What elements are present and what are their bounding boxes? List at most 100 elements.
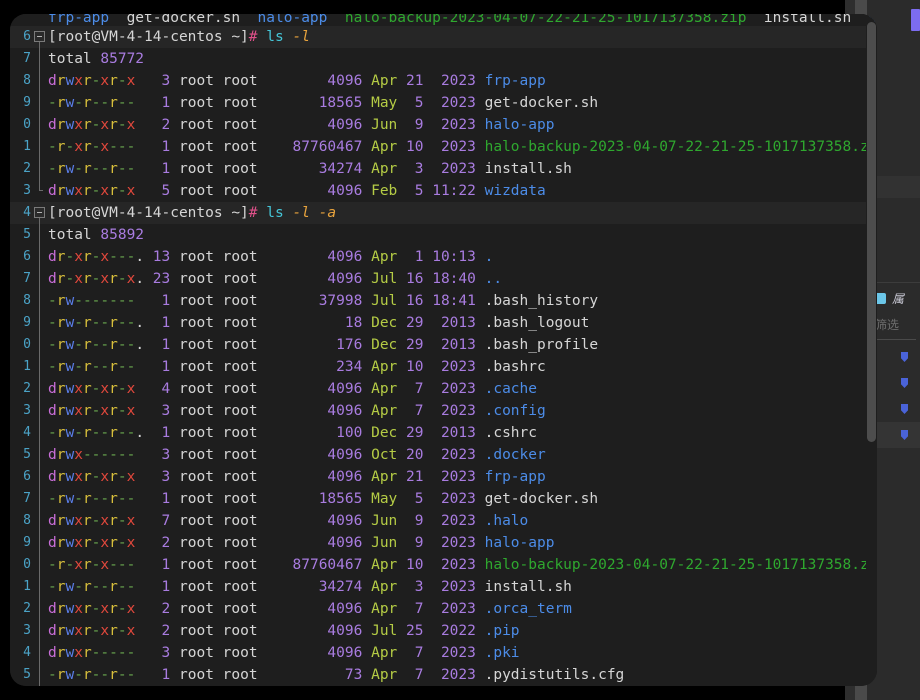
line-text: -rw-r--r-- 1 root root 18565 May 5 2023 … — [48, 491, 599, 507]
fold-line — [39, 598, 40, 620]
terminal-output-row[interactable]: 6 dr-xr-x---. 13 root root 4096 Apr 1 10:… — [10, 246, 877, 268]
terminal-output-row[interactable]: 7 -rw-r--r-- 1 root root 18565 May 5 2023… — [10, 488, 877, 510]
line-text: -r-xr-x--- 1 root root 87760467 Apr 10 2… — [48, 139, 877, 155]
fold-line — [39, 136, 40, 158]
terminal-output-row[interactable]: 3 drwxr-xr-x 5 root root 4096 Feb 5 11:22… — [10, 180, 877, 202]
line-text: -rw-r--r--. 1 root root 176 Dec 29 2013 … — [48, 337, 599, 353]
terminal-output-row[interactable]: 1 -rw-r--r-- 1 root root 234 Apr 10 2023 … — [10, 356, 877, 378]
terminal-output-row[interactable]: 9 drwxr-xr-x 2 root root 4096 Jun 9 2023 … — [10, 532, 877, 554]
fold-line — [39, 114, 40, 136]
terminal-output-row[interactable]: 4 drwxr----- 3 root root 4096 Apr 7 2023 … — [10, 642, 877, 664]
fold-line — [39, 246, 40, 268]
fold-guide — [32, 158, 46, 180]
terminal-output-row[interactable]: 9 -rw-r--r--. 1 root root 18 Dec 29 2013 … — [10, 312, 877, 334]
fold-line — [39, 488, 40, 510]
bookmark-icon — [901, 404, 908, 414]
fold-guide — [32, 114, 46, 136]
fold-line — [39, 92, 40, 114]
terminal-output-row[interactable]: 0 -r-xr-x--- 1 root root 87760467 Apr 10 … — [10, 554, 877, 576]
line-number: 5 — [23, 227, 31, 242]
fold-line — [39, 576, 40, 598]
fold-line — [39, 70, 40, 92]
fold-line — [39, 620, 40, 642]
terminal-command-row[interactable]: 4 [root@VM-4-14-centos ~]# ls -l -a — [10, 202, 877, 224]
bookmark-icon — [901, 430, 908, 440]
fold-line — [39, 356, 40, 378]
terminal-output-row[interactable]: 6 drwxr-xr-x 3 root root 4096 Apr 21 2023… — [10, 466, 877, 488]
line-text: -rw-r--r--. 1 root root 100 Dec 29 2013 … — [48, 425, 537, 441]
fold-toggle-icon[interactable] — [32, 26, 46, 48]
fold-guide — [32, 92, 46, 114]
clipped-scrollback-line: frp-app get-docker.sh halo-app halo-back… — [10, 14, 877, 26]
fold-line — [39, 312, 40, 334]
terminal-output-row[interactable]: 3 drwxr-xr-x 3 root root 4096 Apr 7 2023 … — [10, 400, 877, 422]
fold-line — [39, 378, 40, 400]
terminal-output-row[interactable]: 7 dr-xr-xr-x. 23 root root 4096 Jul 16 18… — [10, 268, 877, 290]
line-text: -rw-r--r-- 1 root root 34274 Apr 3 2023 … — [48, 161, 572, 177]
terminal-output-row[interactable]: 0 drwxr-xr-x 2 root root 4096 Jun 9 2023 … — [10, 114, 877, 136]
bookmark-icon — [901, 378, 908, 388]
terminal-output-row[interactable]: 1 -rw-r--r-- 1 root root 34274 Apr 3 2023… — [10, 576, 877, 598]
fold-guide — [32, 356, 46, 378]
accent-marker-icon — [911, 9, 920, 31]
line-number: 8 — [23, 293, 31, 308]
fold-guide — [32, 642, 46, 664]
collapse-icon[interactable] — [34, 31, 45, 42]
fold-guide — [32, 48, 46, 70]
line-text: -rw-r--r--. 1 root root 18 Dec 29 2013 .… — [48, 315, 590, 331]
screen: 属 筛选 frp-app get-docker.sh halo-app halo… — [0, 0, 920, 700]
line-text: drwxr-xr-x 5 root root 4096 Feb 5 11:22 … — [48, 183, 546, 199]
terminal-output-row[interactable]: 2 drwxr-xr-x 4 root root 4096 Apr 7 2023 … — [10, 378, 877, 400]
terminal-output-row[interactable]: 1 -r-xr-x--- 1 root root 87760467 Apr 10 … — [10, 136, 877, 158]
terminal-output-row[interactable]: 0 -rw-r--r--. 1 root root 176 Dec 29 2013… — [10, 334, 877, 356]
fold-toggle-icon[interactable] — [32, 202, 46, 224]
fold-line — [39, 466, 40, 488]
fold-guide — [32, 224, 46, 246]
terminal-window[interactable]: frp-app get-docker.sh halo-app halo-back… — [10, 14, 877, 686]
collapse-icon[interactable] — [34, 207, 45, 218]
terminal-output-row[interactable]: 4 -rw-r--r--. 1 root root 100 Dec 29 2013… — [10, 422, 877, 444]
terminal-output-row[interactable]: 3 drwxr-xr-x 2 root root 4096 Jul 25 2022… — [10, 620, 877, 642]
fold-line — [39, 334, 40, 356]
terminal-output-row[interactable]: 2 drwxr-xr-x 2 root root 4096 Apr 7 2023 … — [10, 598, 877, 620]
terminal-command-row[interactable]: 6 [root@VM-4-14-centos ~]# ls -l — [10, 26, 877, 48]
fold-line — [39, 510, 40, 532]
terminal-output-row[interactable]: 9 -rw-r--r-- 1 root root 18565 May 5 2023… — [10, 92, 877, 114]
scrollbar-thumb[interactable] — [867, 22, 876, 442]
line-text: drwxr-xr-x 7 root root 4096 Jun 9 2023 .… — [48, 513, 529, 529]
bookmark-icon — [901, 352, 908, 362]
fold-guide — [32, 598, 46, 620]
fold-guide — [32, 532, 46, 554]
line-number: 1 — [23, 359, 31, 374]
terminal-output-row[interactable]: 5 -rw-r--r-- 1 root root 73 Apr 7 2023 .p… — [10, 664, 877, 686]
fold-guide — [32, 246, 46, 268]
fold-guide — [32, 620, 46, 642]
fold-guide — [32, 576, 46, 598]
fold-line — [39, 532, 40, 554]
line-text: drwxr-xr-x 2 root root 4096 Jun 9 2023 h… — [48, 535, 555, 551]
fold-guide — [32, 268, 46, 290]
fold-line — [39, 158, 40, 180]
fold-guide — [32, 510, 46, 532]
terminal-output-row[interactable]: 8 drwxr-xr-x 7 root root 4096 Jun 9 2023 … — [10, 510, 877, 532]
line-number: 6 — [23, 249, 31, 264]
line-number: 3 — [23, 623, 31, 638]
terminal-output-row[interactable]: 2 -rw-r--r-- 1 root root 34274 Apr 3 2023… — [10, 158, 877, 180]
terminal-output-row[interactable]: 7 total 85772 — [10, 48, 877, 70]
line-text: -rw------- 1 root root 37998 Jul 16 18:4… — [48, 293, 599, 309]
terminal-lines[interactable]: 6 [root@VM-4-14-centos ~]# ls -l 7 total 85… — [10, 26, 877, 686]
terminal-content[interactable]: frp-app get-docker.sh halo-app halo-back… — [10, 14, 877, 686]
line-text: drwxr-xr-x 4 root root 4096 Apr 7 2023 .… — [48, 381, 537, 397]
terminal-output-row[interactable]: 5 total 85892 — [10, 224, 877, 246]
line-number: 3 — [23, 403, 31, 418]
line-number: 7 — [23, 51, 31, 66]
terminal-output-row[interactable]: 8 -rw------- 1 root root 37998 Jul 16 18:… — [10, 290, 877, 312]
terminal-output-row[interactable]: 8 drwxr-xr-x 3 root root 4096 Apr 21 2023… — [10, 70, 877, 92]
terminal-scrollbar[interactable] — [866, 14, 877, 686]
line-text: [root@VM-4-14-centos ~]# ls -l -a — [48, 205, 337, 221]
line-text: drwxr----- 3 root root 4096 Apr 7 2023 .… — [48, 645, 520, 661]
line-number: 7 — [23, 271, 31, 286]
line-text: dr-xr-xr-x. 23 root root 4096 Jul 16 18:… — [48, 271, 503, 287]
terminal-output-row[interactable]: 5 drwx------ 3 root root 4096 Oct 20 2023… — [10, 444, 877, 466]
fold-guide — [32, 180, 46, 202]
